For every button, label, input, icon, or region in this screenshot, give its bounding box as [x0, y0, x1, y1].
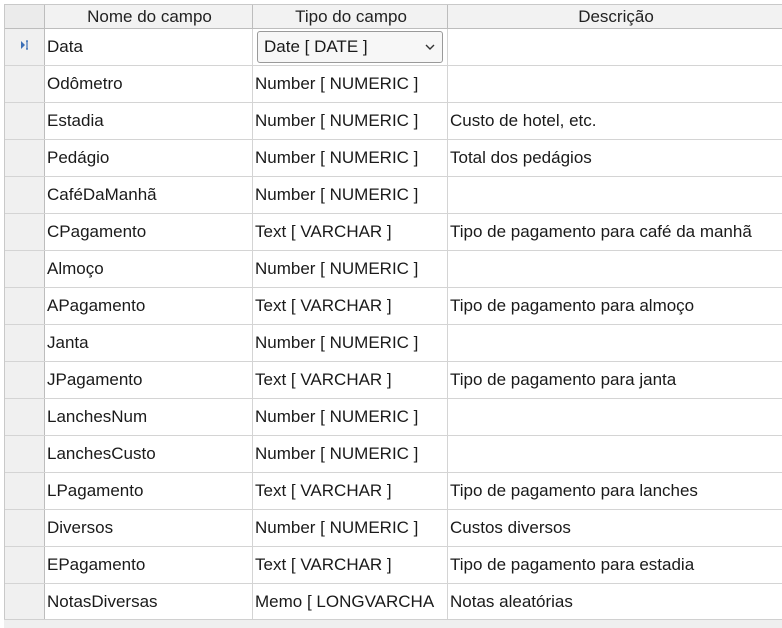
row-selector[interactable] [5, 547, 45, 583]
description-cell[interactable]: Tipo de pagamento para almoço [448, 288, 782, 324]
description-cell[interactable]: Total dos pedágios [448, 140, 782, 176]
table-row[interactable]: Diversos Number [ NUMERIC ] Custos diver… [5, 510, 782, 547]
field-type-cell[interactable]: Number [ NUMERIC ] [253, 177, 448, 213]
row-selector[interactable] [5, 214, 45, 250]
field-type-cell[interactable]: Text [ VARCHAR ] [253, 214, 448, 250]
row-selector[interactable] [5, 510, 45, 546]
row-selector[interactable] [5, 29, 45, 65]
chevron-down-icon [424, 41, 436, 53]
table-row[interactable]: JPagamento Text [ VARCHAR ] Tipo de paga… [5, 362, 782, 399]
table-row[interactable]: LanchesNum Number [ NUMERIC ] [5, 399, 782, 436]
field-name-cell[interactable]: Diversos [45, 510, 253, 546]
table-row[interactable]: Odômetro Number [ NUMERIC ] [5, 66, 782, 103]
field-name-cell[interactable]: Janta [45, 325, 253, 361]
table-row[interactable]: APagamento Text [ VARCHAR ] Tipo de paga… [5, 288, 782, 325]
row-selector[interactable] [5, 177, 45, 213]
description-cell[interactable]: Notas aleatórias [448, 584, 782, 619]
field-type-cell[interactable]: Number [ NUMERIC ] [253, 66, 448, 102]
table-row[interactable]: CPagamento Text [ VARCHAR ] Tipo de paga… [5, 214, 782, 251]
row-selector[interactable] [5, 325, 45, 361]
field-type-cell[interactable]: Text [ VARCHAR ] [253, 362, 448, 398]
description-cell[interactable] [448, 325, 782, 361]
field-name-cell[interactable]: APagamento [45, 288, 253, 324]
description-cell[interactable]: Tipo de pagamento para estadia [448, 547, 782, 583]
row-selector[interactable] [5, 140, 45, 176]
row-selector[interactable] [5, 399, 45, 435]
field-name-cell[interactable]: LanchesCusto [45, 436, 253, 472]
field-design-table: Nome do campo Tipo do campo Descrição Da… [4, 4, 782, 619]
table-row[interactable]: Data Date [ DATE ] [5, 29, 782, 66]
field-type-cell[interactable]: Number [ NUMERIC ] [253, 103, 448, 139]
field-type-cell[interactable]: Text [ VARCHAR ] [253, 547, 448, 583]
field-type-cell[interactable]: Memo [ LONGVARCHA [253, 584, 448, 619]
field-type-cell[interactable]: Number [ NUMERIC ] [253, 251, 448, 287]
horizontal-scrollbar[interactable] [4, 619, 782, 628]
field-name-cell[interactable]: Data [45, 29, 253, 65]
field-type-cell[interactable]: Number [ NUMERIC ] [253, 510, 448, 546]
field-name-cell[interactable]: CPagamento [45, 214, 253, 250]
field-name-cell[interactable]: EPagamento [45, 547, 253, 583]
table-row[interactable]: Pedágio Number [ NUMERIC ] Total dos ped… [5, 140, 782, 177]
field-name-cell[interactable]: LPagamento [45, 473, 253, 509]
description-cell[interactable]: Tipo de pagamento para café da manhã [448, 214, 782, 250]
field-name-cell[interactable]: Odômetro [45, 66, 253, 102]
row-selector[interactable] [5, 288, 45, 324]
table-row[interactable]: Almoço Number [ NUMERIC ] [5, 251, 782, 288]
description-cell[interactable]: Custos diversos [448, 510, 782, 546]
description-cell[interactable] [448, 177, 782, 213]
edit-cursor-icon [18, 37, 32, 57]
description-cell[interactable] [448, 66, 782, 102]
table-row[interactable]: CaféDaManhã Number [ NUMERIC ] [5, 177, 782, 214]
column-header-field-name[interactable]: Nome do campo [45, 5, 253, 28]
row-selector[interactable] [5, 362, 45, 398]
table-row[interactable]: Estadia Number [ NUMERIC ] Custo de hote… [5, 103, 782, 140]
row-selector[interactable] [5, 584, 45, 619]
field-name-cell[interactable]: NotasDiversas [45, 584, 253, 619]
column-header-description[interactable]: Descrição [448, 5, 782, 28]
row-selector[interactable] [5, 436, 45, 472]
field-type-cell[interactable]: Text [ VARCHAR ] [253, 473, 448, 509]
row-selector[interactable] [5, 66, 45, 102]
description-cell[interactable]: Tipo de pagamento para janta [448, 362, 782, 398]
description-cell[interactable] [448, 436, 782, 472]
description-cell[interactable]: Tipo de pagamento para lanches [448, 473, 782, 509]
table-header: Nome do campo Tipo do campo Descrição [5, 5, 782, 29]
field-name-cell[interactable]: Pedágio [45, 140, 253, 176]
field-name-cell[interactable]: Estadia [45, 103, 253, 139]
description-cell[interactable] [448, 251, 782, 287]
table-row[interactable]: LPagamento Text [ VARCHAR ] Tipo de paga… [5, 473, 782, 510]
row-selector[interactable] [5, 103, 45, 139]
description-cell[interactable]: Custo de hotel, etc. [448, 103, 782, 139]
table-row[interactable]: Janta Number [ NUMERIC ] [5, 325, 782, 362]
field-type-cell[interactable]: Number [ NUMERIC ] [253, 325, 448, 361]
field-type-cell[interactable]: Text [ VARCHAR ] [253, 288, 448, 324]
field-name-cell[interactable]: CaféDaManhã [45, 177, 253, 213]
row-selector[interactable] [5, 251, 45, 287]
field-type-cell[interactable]: Date [ DATE ] [253, 29, 448, 65]
table-row[interactable]: NotasDiversas Memo [ LONGVARCHA Notas al… [5, 584, 782, 619]
field-type-dropdown-value: Date [ DATE ] [264, 37, 368, 56]
field-name-cell[interactable]: LanchesNum [45, 399, 253, 435]
field-type-cell[interactable]: Number [ NUMERIC ] [253, 399, 448, 435]
field-type-cell[interactable]: Number [ NUMERIC ] [253, 140, 448, 176]
row-selector[interactable] [5, 473, 45, 509]
table-row[interactable]: EPagamento Text [ VARCHAR ] Tipo de paga… [5, 547, 782, 584]
description-cell[interactable] [448, 399, 782, 435]
field-name-cell[interactable]: JPagamento [45, 362, 253, 398]
description-cell[interactable] [448, 29, 782, 65]
field-type-dropdown[interactable]: Date [ DATE ] [257, 31, 443, 63]
table-row[interactable]: LanchesCusto Number [ NUMERIC ] [5, 436, 782, 473]
field-name-cell[interactable]: Almoço [45, 251, 253, 287]
row-header-corner[interactable] [5, 5, 45, 28]
column-header-field-type[interactable]: Tipo do campo [253, 5, 448, 28]
field-type-cell[interactable]: Number [ NUMERIC ] [253, 436, 448, 472]
